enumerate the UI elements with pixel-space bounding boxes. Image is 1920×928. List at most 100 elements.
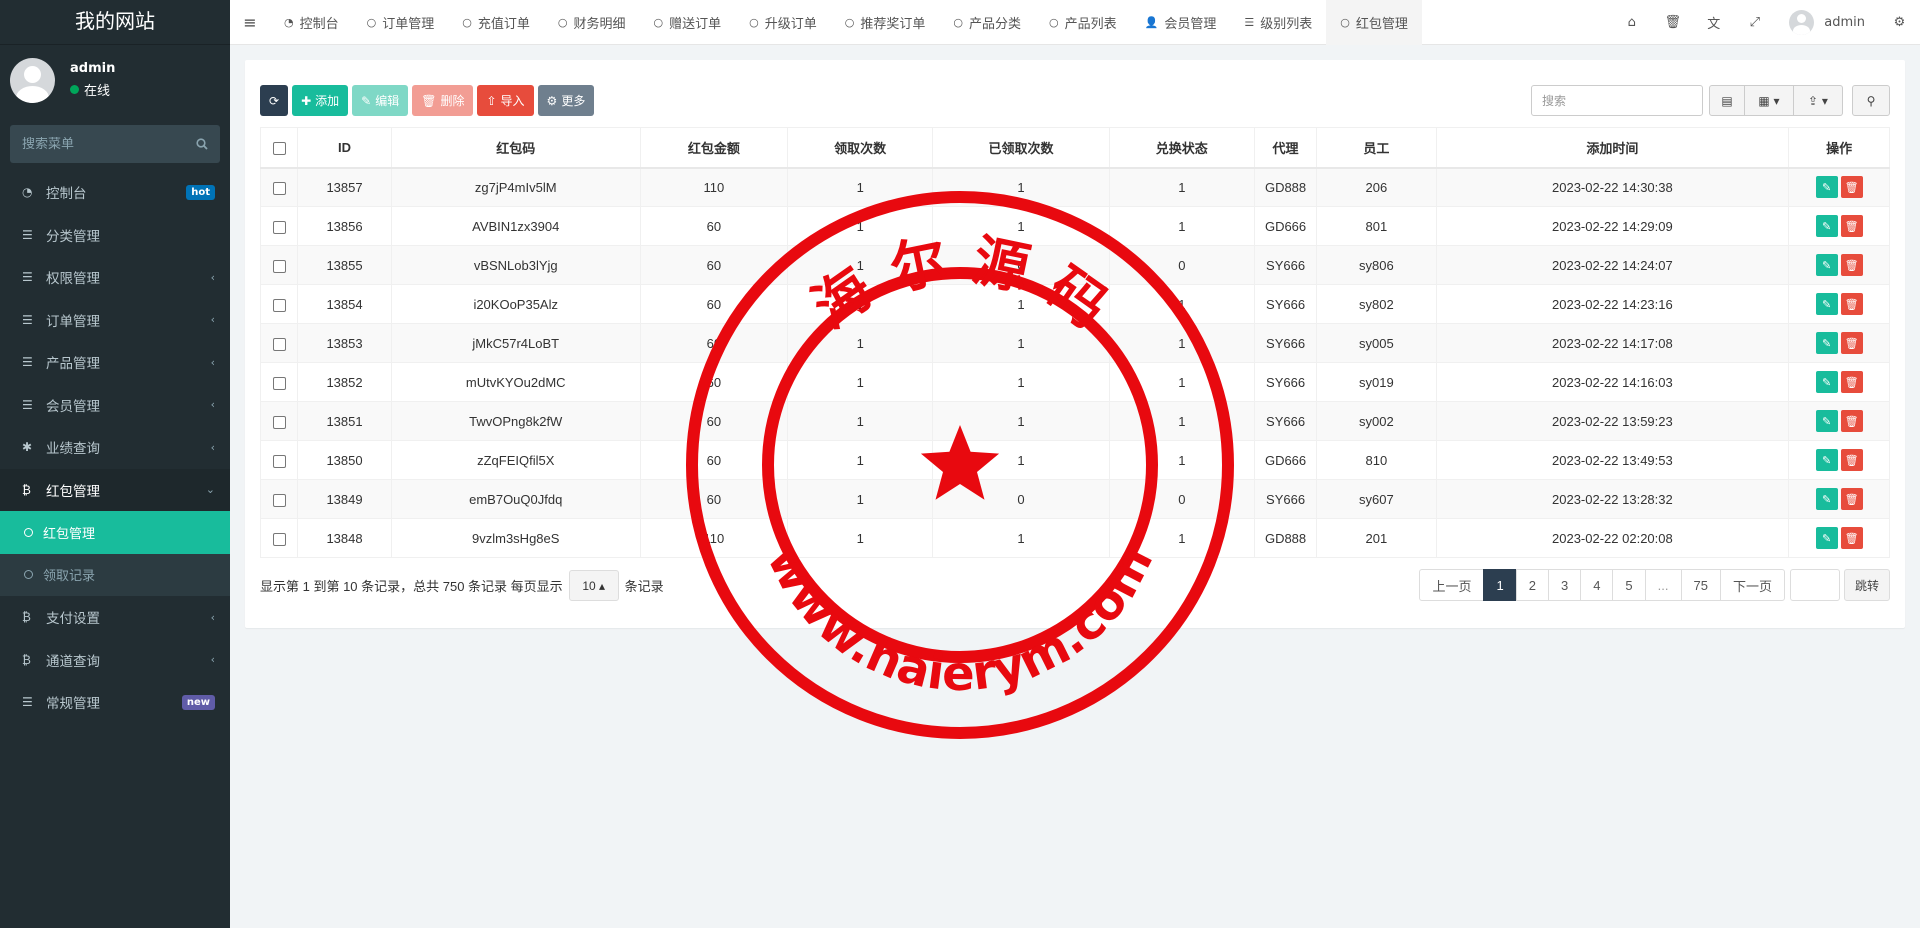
- sidebar-item[interactable]: ☰ 分类管理: [0, 214, 230, 257]
- tab[interactable]: ○ 产品分类: [939, 0, 1035, 45]
- page-button[interactable]: 1: [1483, 569, 1517, 601]
- more-button[interactable]: ⚙ 更多: [537, 85, 595, 116]
- export-button[interactable]: ⇪ ▾: [1794, 85, 1843, 116]
- sidebar-item[interactable]: ☰ 会员管理 ‹: [0, 384, 230, 427]
- tab[interactable]: ☰ 级别列表: [1230, 0, 1326, 45]
- sidebar-item[interactable]: ₿ 红包管理 ⌄: [0, 468, 230, 511]
- table-row[interactable]: 13857 zg7jP4mIv5lM 110 1 1 1 GD888 206 2023-02-2…: [259, 167, 1890, 207]
- row-edit-button[interactable]: ✎: [1815, 332, 1838, 354]
- table-row[interactable]: 13852 mUtvKYOu2dMC 60 1 1 1 SY666 sy019 2023-02-…: [259, 362, 1890, 402]
- row-checkbox[interactable]: [259, 245, 299, 285]
- table-row[interactable]: 13854 i20KOoP35Alz 60 1 1 1 SY666 sy802 2023-02-…: [259, 284, 1890, 324]
- row-edit-button[interactable]: ✎: [1815, 449, 1838, 471]
- search-icon: ⚲: [1866, 93, 1876, 108]
- row-checkbox[interactable]: [259, 401, 299, 441]
- table-row[interactable]: 13851 TwvOPng8k2fW 60 1 1 1 SY666 sy002 2023-02-…: [259, 401, 1890, 441]
- row-delete-button[interactable]: 🗑: [1840, 488, 1863, 510]
- row-delete-button[interactable]: 🗑: [1840, 527, 1863, 549]
- row-edit-button[interactable]: ✎: [1815, 293, 1838, 315]
- tab[interactable]: ○ 红包管理: [1326, 0, 1422, 45]
- page-button[interactable]: 5: [1612, 569, 1646, 601]
- row-checkbox[interactable]: [259, 440, 299, 480]
- row-checkbox[interactable]: [259, 362, 299, 402]
- toggle-view-button[interactable]: ▤: [1709, 85, 1745, 116]
- sidebar-item[interactable]: ☰ 产品管理 ‹: [0, 341, 230, 384]
- table-row[interactable]: 13849 emB7OuQ0Jfdq 60 1 0 0 SY666 sy607 2023-02-…: [259, 479, 1890, 519]
- search-icon[interactable]: [196, 138, 208, 150]
- row-delete-button[interactable]: 🗑: [1840, 293, 1863, 315]
- row-checkbox[interactable]: [259, 323, 299, 363]
- delete-button[interactable]: 🗑 删除: [412, 85, 474, 116]
- row-edit-button[interactable]: ✎: [1815, 215, 1838, 237]
- table-row[interactable]: 13856 AVBIN1zx3904 60 1 1 1 GD666 801 2023-02-22…: [259, 206, 1890, 246]
- row-edit-button[interactable]: ✎: [1815, 176, 1838, 199]
- menu-search-input[interactable]: [22, 136, 182, 152]
- row-edit-button[interactable]: ✎: [1815, 527, 1838, 549]
- page-size-select[interactable]: 10 ▴: [568, 570, 619, 601]
- table-search-input[interactable]: [1531, 85, 1703, 116]
- table-row[interactable]: 13853 jMkC57r4LoBT 60 1 1 1 SY666 sy005 2023-02-…: [259, 323, 1890, 363]
- tab[interactable]: ○ 充值订单: [448, 0, 544, 45]
- row-delete-button[interactable]: 🗑: [1840, 410, 1863, 432]
- row-edit-button[interactable]: ✎: [1815, 254, 1838, 276]
- sidebar-item[interactable]: ₿ 支付设置 ‹: [0, 596, 230, 639]
- page-button[interactable]: 3: [1547, 569, 1582, 601]
- tab[interactable]: ○ 升级订单: [735, 0, 831, 45]
- row-checkbox[interactable]: [259, 518, 299, 558]
- prev-page-button[interactable]: 上一页: [1419, 569, 1485, 601]
- tab[interactable]: ○ 推荐奖订单: [831, 0, 940, 45]
- table-row[interactable]: 13848 9vzlm3sHg8eS 110 1 1 1 GD888 201 2023-02-2…: [259, 518, 1890, 558]
- row-delete-button[interactable]: 🗑: [1840, 449, 1863, 471]
- columns-button[interactable]: ▦ ▾: [1745, 85, 1794, 116]
- row-edit-button[interactable]: ✎: [1815, 488, 1838, 510]
- row-edit-button[interactable]: ✎: [1815, 410, 1838, 432]
- site-logo[interactable]: 我的网站: [0, 0, 230, 45]
- submenu-item[interactable]: 领取记录: [0, 554, 230, 597]
- top-user-menu[interactable]: admin: [1775, 9, 1879, 35]
- row-delete-button[interactable]: 🗑: [1840, 332, 1863, 354]
- language-icon[interactable]: 文: [1693, 13, 1734, 32]
- add-button[interactable]: ✚ 添加: [292, 85, 349, 116]
- row-edit-button[interactable]: ✎: [1815, 371, 1838, 393]
- tab[interactable]: ○ 产品列表: [1035, 0, 1131, 45]
- page-button[interactable]: 4: [1580, 569, 1614, 601]
- jump-button[interactable]: 跳转: [1843, 569, 1890, 601]
- sidebar-item[interactable]: ☰ 常规管理 new: [0, 681, 230, 724]
- row-checkbox[interactable]: [259, 284, 299, 324]
- sidebar-item[interactable]: ◔ 控制台 hot: [0, 171, 230, 214]
- menu-toggle-icon[interactable]: ≡: [230, 13, 270, 32]
- edit-button[interactable]: ✎ 编辑: [352, 85, 409, 116]
- top-avatar: [1789, 9, 1815, 35]
- search-button[interactable]: ⚲: [1852, 85, 1890, 116]
- sidebar-item[interactable]: ₿ 通道查询 ‹: [0, 639, 230, 682]
- home-icon[interactable]: ⌂: [1611, 15, 1652, 30]
- row-delete-button[interactable]: 🗑: [1840, 254, 1863, 276]
- row-delete-button[interactable]: 🗑: [1840, 176, 1863, 199]
- next-page-button[interactable]: 下一页: [1719, 569, 1785, 601]
- row-checkbox[interactable]: [259, 206, 299, 246]
- trash-icon[interactable]: 🗑: [1652, 15, 1693, 30]
- submenu-item[interactable]: 红包管理: [0, 511, 230, 554]
- row-delete-button[interactable]: 🗑: [1840, 215, 1863, 237]
- sidebar-item[interactable]: ✱ 业绩查询 ‹: [0, 426, 230, 469]
- sidebar-item[interactable]: ☰ 权限管理 ‹: [0, 256, 230, 299]
- refresh-button[interactable]: ⟳: [260, 85, 289, 116]
- tab[interactable]: ◔ 控制台: [270, 0, 353, 45]
- tab[interactable]: ○ 订单管理: [353, 0, 449, 45]
- sidebar-item[interactable]: ☰ 订单管理 ‹: [0, 299, 230, 342]
- fullscreen-icon[interactable]: ⤢: [1734, 15, 1775, 30]
- row-delete-button[interactable]: 🗑: [1840, 371, 1863, 393]
- tab[interactable]: ○ 赠送订单: [640, 0, 736, 45]
- tab[interactable]: ○ 财务明细: [544, 0, 640, 45]
- page-button[interactable]: 2: [1515, 569, 1549, 601]
- jump-page-input[interactable]: [1789, 569, 1840, 601]
- row-checkbox[interactable]: [259, 167, 299, 207]
- tab[interactable]: 👤 会员管理: [1131, 0, 1231, 45]
- row-checkbox[interactable]: [259, 479, 299, 519]
- settings-icon[interactable]: ⚙: [1879, 15, 1920, 30]
- table-row[interactable]: 13855 vBSNLob3lYjg 60 1 0 0 SY666 sy806 2023-02-…: [259, 245, 1890, 285]
- table-row[interactable]: 13850 zZqFEIQfil5X 60 1 1 1 GD666 810 2023-02-22…: [259, 440, 1890, 480]
- page-button[interactable]: 75: [1680, 569, 1721, 601]
- select-all-checkbox[interactable]: [259, 127, 299, 169]
- import-button[interactable]: ⇧ 导入: [477, 85, 534, 116]
